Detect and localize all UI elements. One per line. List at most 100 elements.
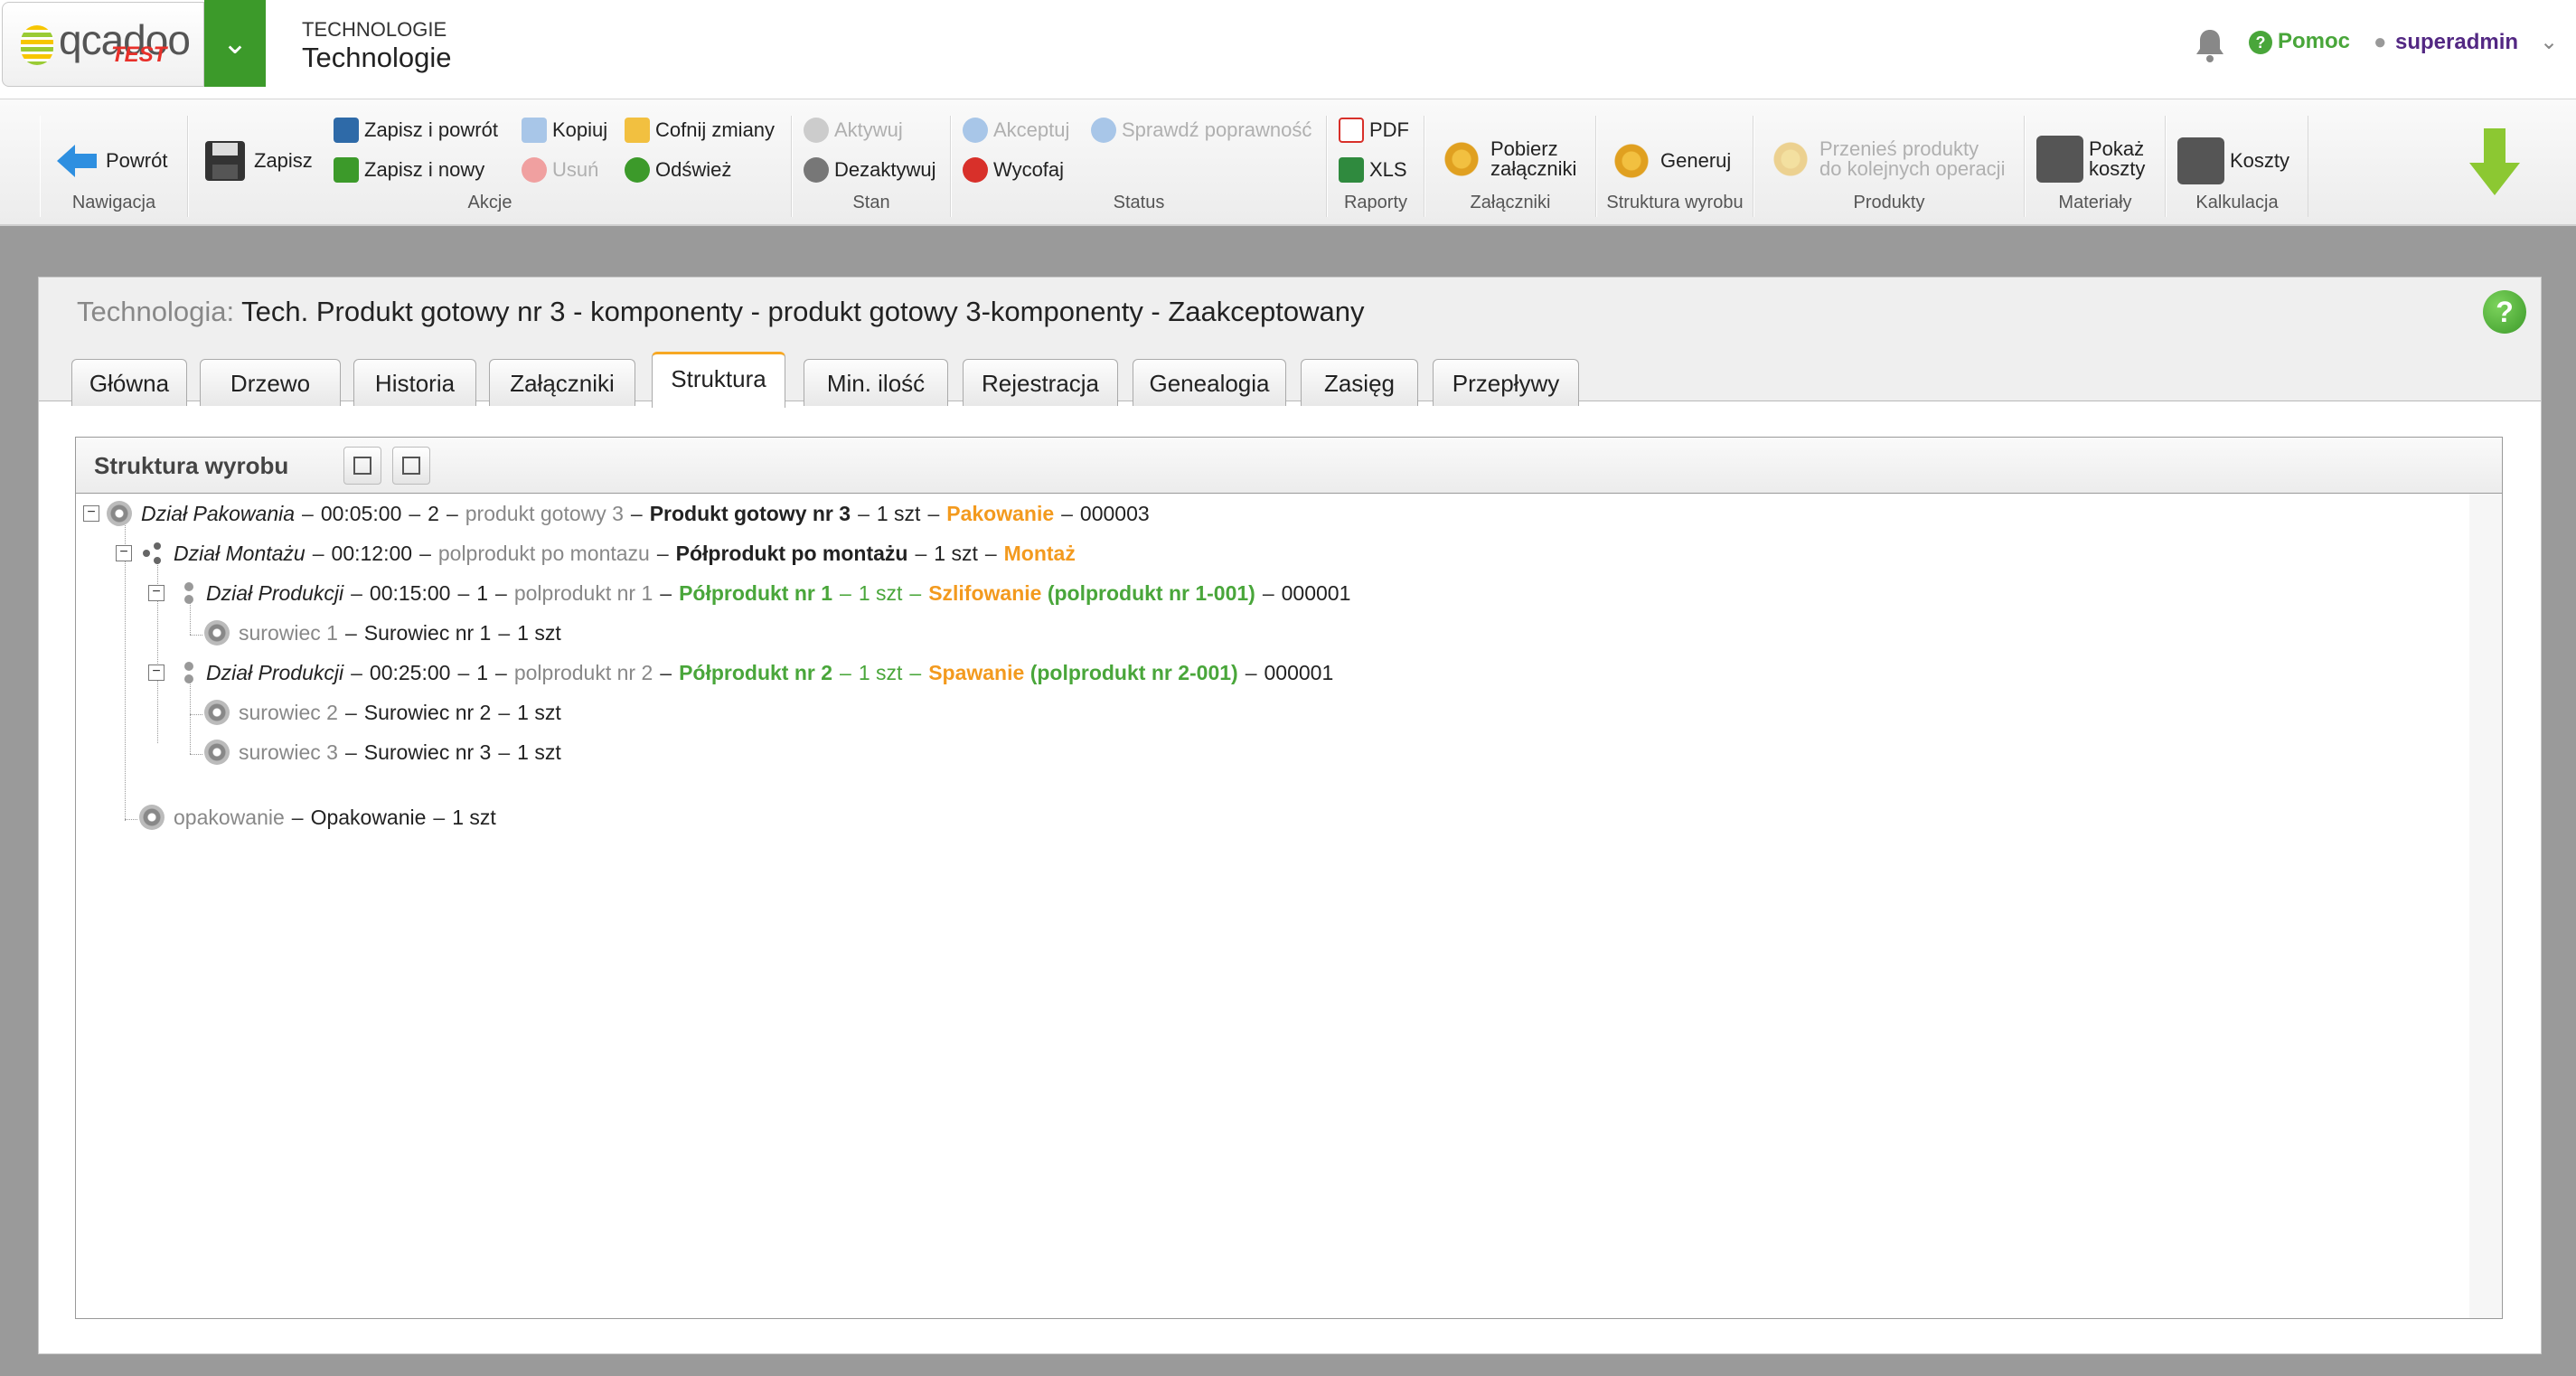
logo-sub: TEST xyxy=(111,42,167,67)
tab-glowna[interactable]: Główna xyxy=(71,359,187,406)
logo[interactable]: qcadoo TEST xyxy=(2,2,204,87)
save-back-button[interactable]: Zapisz i powrót xyxy=(334,118,498,143)
ribbon-group-akcje: Zapisz Zapisz i powrót Zapisz i nowy Kop… xyxy=(188,116,792,217)
node-product-code: surowiec 1 xyxy=(239,620,338,645)
node-quantity: 1 szt xyxy=(517,620,561,645)
collapse-toggle-icon[interactable]: − xyxy=(116,545,132,561)
help-label: Pomoc xyxy=(2278,29,2351,53)
tab-historia[interactable]: Historia xyxy=(353,359,476,406)
back-label: Powrót xyxy=(106,149,168,172)
costs-button[interactable]: Koszty xyxy=(2177,137,2289,184)
collapse-toggle-icon[interactable]: − xyxy=(148,585,165,601)
xls-button[interactable]: XLS xyxy=(1339,157,1407,183)
pdf-icon xyxy=(1339,118,1364,143)
group-label: Materiały xyxy=(2058,193,2132,212)
collapse-all-icon xyxy=(402,457,420,475)
node-operation: Spawanie xyxy=(928,660,1025,684)
chevron-down-icon: ⌄ xyxy=(221,26,249,61)
tree-node[interactable]: − Dział Pakowania – 00:05:00– 2– produkt … xyxy=(83,495,1150,532)
refresh-button[interactable]: Odśwież xyxy=(625,157,731,183)
node-operation-number: 000003 xyxy=(1079,501,1150,525)
deactivate-label: Dezaktywuj xyxy=(834,158,936,181)
collapse-all-button[interactable] xyxy=(392,447,430,485)
undo-button[interactable]: Cofnij zmiany xyxy=(625,118,775,143)
group-label: Stan xyxy=(852,193,890,212)
node-product-name: Surowiec nr 2 xyxy=(363,700,492,724)
download-attachments-button[interactable]: Pobierz załączniki xyxy=(1438,136,1576,183)
check-button[interactable]: Sprawdź poprawność xyxy=(1091,118,1312,143)
show-costs-button[interactable]: Pokaż koszty xyxy=(2036,136,2145,183)
app-title: Technologie xyxy=(302,42,452,73)
collapse-toggle-icon[interactable]: − xyxy=(148,664,165,681)
tab-rejestracja[interactable]: Rejestracja xyxy=(963,359,1118,406)
accept-button[interactable]: Akceptuj xyxy=(963,118,1069,143)
copy-button[interactable]: Kopiuj xyxy=(522,118,607,143)
bell-icon[interactable] xyxy=(2195,27,2225,63)
tab-genealogia[interactable]: Genealogia xyxy=(1133,359,1286,406)
tab-min-ilosc[interactable]: Min. ilość xyxy=(804,359,948,406)
group-label: Produkty xyxy=(1853,193,1925,212)
main-panel: Technologia: Tech. Produkt gotowy nr 3 -… xyxy=(38,277,2542,1354)
save-new-label: Zapisz i nowy xyxy=(364,158,485,181)
ribbon-group-materialy: Pokaż koszty Materiały xyxy=(2025,116,2166,217)
tab-zasieg[interactable]: Zasięg xyxy=(1301,359,1418,406)
user-label: superadmin xyxy=(2395,30,2519,54)
page-title-label: Technologia: xyxy=(77,296,235,327)
node-product-name: Półprodukt nr 2 xyxy=(679,660,833,684)
gears-icon xyxy=(1767,136,1814,183)
withdraw-button[interactable]: Wycofaj xyxy=(963,157,1064,183)
refresh-icon xyxy=(625,157,650,183)
help-link[interactable]: ? Pomoc xyxy=(2249,29,2350,54)
group-label: Raporty xyxy=(1343,193,1408,212)
check-label: Sprawdź poprawność xyxy=(1122,118,1312,141)
chevron-down-icon: ⌄ xyxy=(2540,30,2559,54)
save-button[interactable]: Zapisz xyxy=(202,137,313,184)
save-new-button[interactable]: Zapisz i nowy xyxy=(334,157,484,183)
node-reference: (polprodukt nr 2-001) xyxy=(1029,660,1238,684)
collapse-toggle-icon[interactable]: − xyxy=(83,505,99,522)
show-label-1: Pokaż xyxy=(2089,137,2145,160)
back-arrow-icon xyxy=(57,145,97,177)
page-title: Technologia: Tech. Produkt gotowy nr 3 -… xyxy=(77,296,1365,328)
node-quantity: 1 szt xyxy=(858,580,903,605)
tree-node[interactable]: surowiec 2– Surowiec nr 2– 1 szt xyxy=(204,694,561,730)
tab-przeplywy[interactable]: Przepływy xyxy=(1433,359,1579,406)
tree-node[interactable]: − Dział Produkcji – 00:15:00– 1– polprodu… xyxy=(148,575,1350,611)
move-products-button[interactable]: Przenieś produkty do kolejnych operacji xyxy=(1767,136,2005,183)
gear-icon xyxy=(204,700,230,725)
activate-icon xyxy=(804,118,829,143)
tree-node[interactable]: opakowanie – Opakowanie – 1 szt xyxy=(139,799,496,835)
help-icon: ? xyxy=(2249,30,2272,54)
tab-drzewo[interactable]: Drzewo xyxy=(200,359,341,406)
activate-button[interactable]: Aktywuj xyxy=(804,118,903,143)
main-menu-button[interactable]: ⌄ xyxy=(204,0,266,87)
node-operation: Montaż xyxy=(1003,541,1076,565)
logo-icon xyxy=(21,25,53,65)
deactivate-button[interactable]: Dezaktywuj xyxy=(804,157,935,183)
structure-header: Struktura wyrobu xyxy=(76,438,2502,494)
withdraw-icon xyxy=(963,157,988,183)
tab-struktura[interactable]: Struktura xyxy=(652,352,785,408)
node-product-code: polprodukt po montazu xyxy=(437,541,650,565)
expand-all-button[interactable] xyxy=(343,447,381,485)
tree-line xyxy=(190,635,202,636)
node-quantity: 1 szt xyxy=(876,501,921,525)
scrollbar[interactable] xyxy=(2469,494,2502,1318)
tree-node[interactable]: − Dział Produkcji – 00:25:00– 1– polprodu… xyxy=(148,655,1333,691)
back-button[interactable]: Powrót xyxy=(53,137,167,184)
user-menu[interactable]: ● superadmin ⌄ xyxy=(2374,29,2558,55)
pdf-button[interactable]: PDF xyxy=(1339,118,1409,143)
arrow-down-icon[interactable] xyxy=(2468,127,2522,199)
tree-node[interactable]: surowiec 3– Surowiec nr 3– 1 szt xyxy=(204,734,561,770)
generate-button[interactable]: Generuj xyxy=(1608,137,1731,184)
tree-node[interactable]: surowiec 1– Surowiec nr 1– 1 szt xyxy=(204,615,561,651)
delete-button[interactable]: Usuń xyxy=(522,157,598,183)
help-icon[interactable]: ? xyxy=(2483,290,2526,334)
node-quantity: 1 szt xyxy=(858,660,903,684)
page-title-value: Tech. Produkt gotowy nr 3 - komponenty -… xyxy=(241,296,1365,327)
node-product-name: Produkt gotowy nr 3 xyxy=(649,501,851,525)
tab-zalaczniki[interactable]: Załączniki xyxy=(489,359,635,406)
expand-all-icon xyxy=(353,457,371,475)
structure-tree: − Dział Pakowania – 00:05:00– 2– produkt … xyxy=(76,494,2460,1318)
tree-node[interactable]: − Dział Montażu – 00:12:00– polprodukt po… xyxy=(116,535,1076,571)
